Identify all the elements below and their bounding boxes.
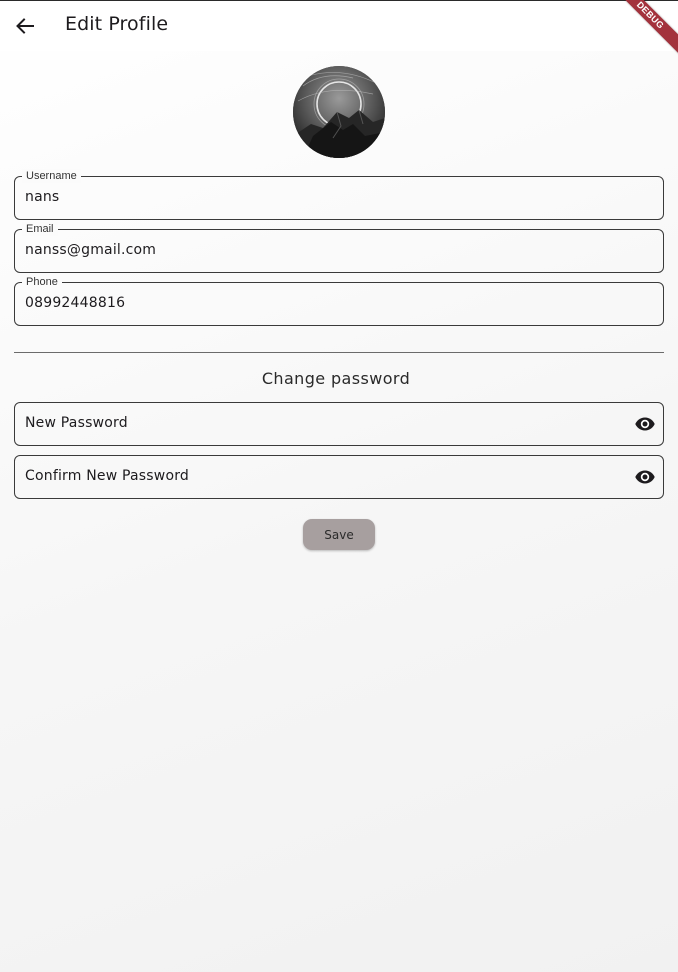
email-label: Email — [22, 222, 58, 236]
username-value[interactable]: nans — [25, 189, 585, 205]
confirm-password-input[interactable] — [25, 468, 585, 484]
email-value[interactable]: nanss@gmail.com — [25, 242, 585, 258]
username-label: Username — [22, 169, 81, 183]
section-divider — [14, 352, 664, 353]
phone-label: Phone — [22, 275, 62, 289]
phone-field[interactable]: Phone 08992448816 — [14, 275, 664, 326]
phone-value[interactable]: 08992448816 — [25, 295, 585, 311]
change-password-heading: Change password — [261, 369, 411, 388]
email-field[interactable]: Email nanss@gmail.com — [14, 222, 664, 273]
toggle-new-password-visibility[interactable] — [634, 414, 656, 434]
profile-photo — [293, 66, 385, 158]
toggle-confirm-password-visibility[interactable] — [634, 467, 656, 487]
eye-icon — [635, 417, 655, 431]
back-button[interactable] — [13, 15, 37, 37]
confirm-password-field[interactable] — [14, 455, 664, 499]
debug-banner: DEBUG — [610, 0, 678, 56]
eye-icon — [635, 470, 655, 484]
new-password-input[interactable] — [25, 415, 585, 431]
avatar[interactable] — [293, 66, 385, 158]
new-password-field[interactable] — [14, 402, 664, 446]
username-field[interactable]: Username nans — [14, 169, 664, 220]
app-bar: Edit Profile DEBUG — [0, 0, 678, 56]
save-button[interactable]: Save — [303, 519, 375, 550]
arrow-left-icon — [16, 18, 34, 34]
page-title: Edit Profile — [65, 13, 169, 35]
